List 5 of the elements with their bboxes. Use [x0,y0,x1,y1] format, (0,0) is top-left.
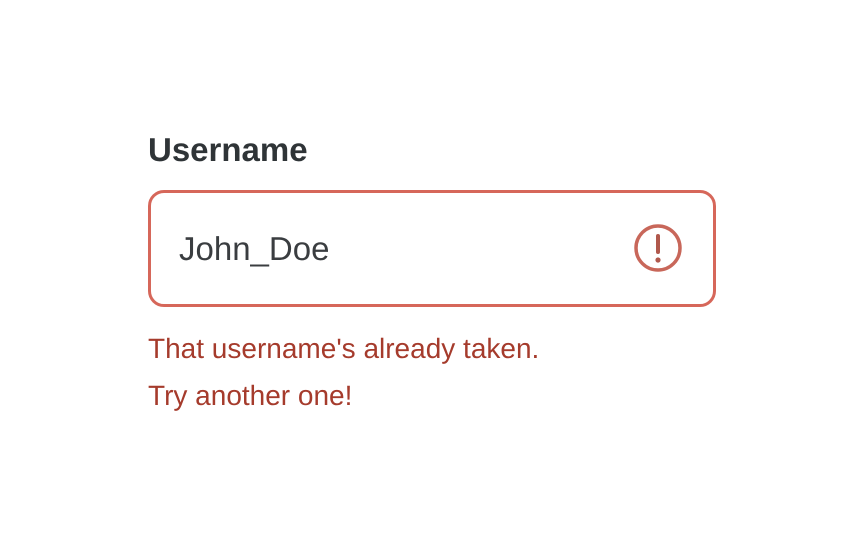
error-message: Try another one! [148,379,352,413]
username-field[interactable]: John_Doe [148,190,716,307]
exclamation-icon [632,222,684,274]
error-message: That username's already taken. [148,332,540,366]
field-label: Username [148,130,308,170]
